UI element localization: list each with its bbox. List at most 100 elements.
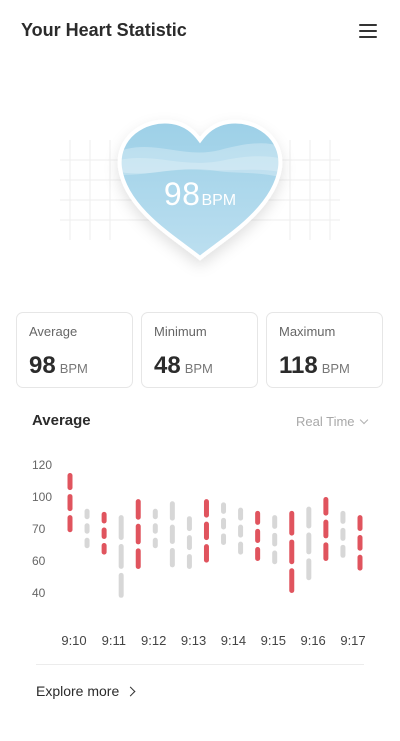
chart-bar-segment (289, 568, 295, 593)
chart-bar-segment (203, 521, 209, 541)
chart-bar-segment (255, 510, 261, 525)
chart-bar-segment (221, 517, 227, 530)
chart-bar-segment (323, 519, 329, 539)
chart-bar-segment (67, 515, 73, 533)
chart-bar (203, 499, 209, 563)
chart-bar-segment (323, 542, 329, 561)
heart-rate-unit: BPM (201, 192, 237, 209)
chart-bar-segment (152, 523, 158, 534)
chart-bar (101, 511, 107, 555)
chart-bar-segment (272, 550, 278, 565)
chart-bar-segment (152, 537, 158, 549)
y-tick-label: 60 (32, 554, 46, 568)
x-tick-label: 9:14 (221, 633, 246, 648)
chart-bar (186, 516, 192, 569)
chart-bar-segment (169, 548, 175, 568)
stat-value: 48 (154, 352, 181, 379)
header: Your Heart Statistic (0, 0, 400, 62)
chart-bar-segment (169, 524, 175, 545)
stat-value: 98 (29, 352, 56, 379)
x-tick-label: 9:15 (261, 633, 286, 648)
chart-bar (238, 507, 244, 555)
chart-bar-segment (84, 523, 90, 534)
x-tick-label: 9:12 (141, 633, 166, 648)
range-select[interactable]: Real Time (296, 414, 368, 429)
chart-bar-segment (357, 515, 363, 531)
x-tick-label: 9:13 (181, 633, 206, 648)
chart-bar (323, 497, 329, 561)
hamburger-menu-icon[interactable] (356, 21, 380, 41)
chart-bar (152, 508, 158, 549)
chart-bar-segment (67, 494, 73, 512)
chart-bar-segment (272, 515, 278, 529)
chart-bar (357, 515, 363, 571)
chart-bar-segment (306, 506, 312, 529)
chart-bar-segment (118, 544, 124, 569)
stat-unit: BPM (184, 361, 213, 376)
heart-rate-readout: 98BPM (60, 176, 340, 213)
heart-rate-display: 98BPM (60, 100, 340, 280)
chart-bar-segment (169, 501, 175, 521)
chart-bar-segment (357, 534, 363, 551)
chart-bar (169, 501, 175, 568)
chart-bar-segment (255, 546, 261, 561)
chart-bar-segment (203, 499, 209, 518)
x-tick-label: 9:16 (300, 633, 325, 648)
stat-unit: BPM (321, 361, 350, 376)
chart-bar-segment (238, 507, 244, 521)
chart-bar-segment (101, 511, 107, 524)
chart-bar-segment (340, 544, 346, 558)
chart-bar-segment (118, 515, 124, 541)
stat-unit: BPM (59, 361, 88, 376)
chevron-right-icon (125, 686, 136, 697)
chevron-down-icon (359, 415, 368, 425)
chart-bar-segment (118, 572, 124, 598)
chart-bar-segment (306, 532, 312, 555)
stat-label: Average (29, 324, 78, 339)
stat-label: Minimum (154, 324, 207, 339)
chart-bar (118, 515, 124, 598)
y-tick-label: 70 (32, 522, 46, 536)
chart-bar (340, 510, 346, 558)
chart-bar-segment (238, 524, 244, 538)
y-tick-label: 120 (32, 458, 52, 472)
chart-bar-segment (323, 497, 329, 516)
chart-bar-segment (101, 543, 107, 555)
explore-more-label: Explore more (36, 683, 120, 699)
x-tick-label: 9:11 (102, 633, 126, 648)
chart-bar-segment (221, 533, 227, 545)
stat-card-average: Average 98 BPM (16, 312, 133, 388)
range-select-label: Real Time (296, 414, 355, 429)
chart-bar-segment (255, 528, 261, 543)
chart-bar-segment (135, 523, 141, 545)
chart-bar (255, 510, 261, 561)
chart-bar-segment (84, 537, 90, 549)
heart-rate-value: 98 (163, 176, 201, 212)
chart-bar-segment (67, 473, 73, 491)
chart-bar-segment (272, 532, 278, 547)
explore-more-link[interactable]: Explore more (36, 683, 136, 699)
chart-bar-segment (186, 535, 192, 551)
stat-card-maximum: Maximum 118 BPM (266, 312, 383, 388)
chart-bar-segment (135, 499, 141, 520)
chart-bar-segment (238, 541, 244, 555)
chart-bar-segment (152, 508, 158, 520)
chart-bar-segment (221, 502, 227, 514)
stat-value: 118 (279, 352, 318, 379)
chart-bar (67, 473, 73, 533)
chart-bar-segment (357, 554, 363, 571)
chart-bar-segment (186, 516, 192, 532)
y-tick-label: 100 (32, 490, 52, 504)
chart-bar-segment (101, 527, 107, 540)
chart-bar-segment (84, 508, 90, 520)
chart-bar (135, 499, 141, 569)
chart-bar (289, 510, 295, 593)
section-title: Average (32, 412, 91, 429)
x-tick-label: 9:10 (61, 633, 86, 648)
chart-bar-segment (289, 539, 295, 565)
chart-bar-segment (186, 554, 192, 569)
chart-bar-segment (289, 510, 295, 536)
chart-bar (84, 508, 90, 549)
stat-label: Maximum (279, 324, 336, 339)
chart-bar (306, 506, 312, 581)
